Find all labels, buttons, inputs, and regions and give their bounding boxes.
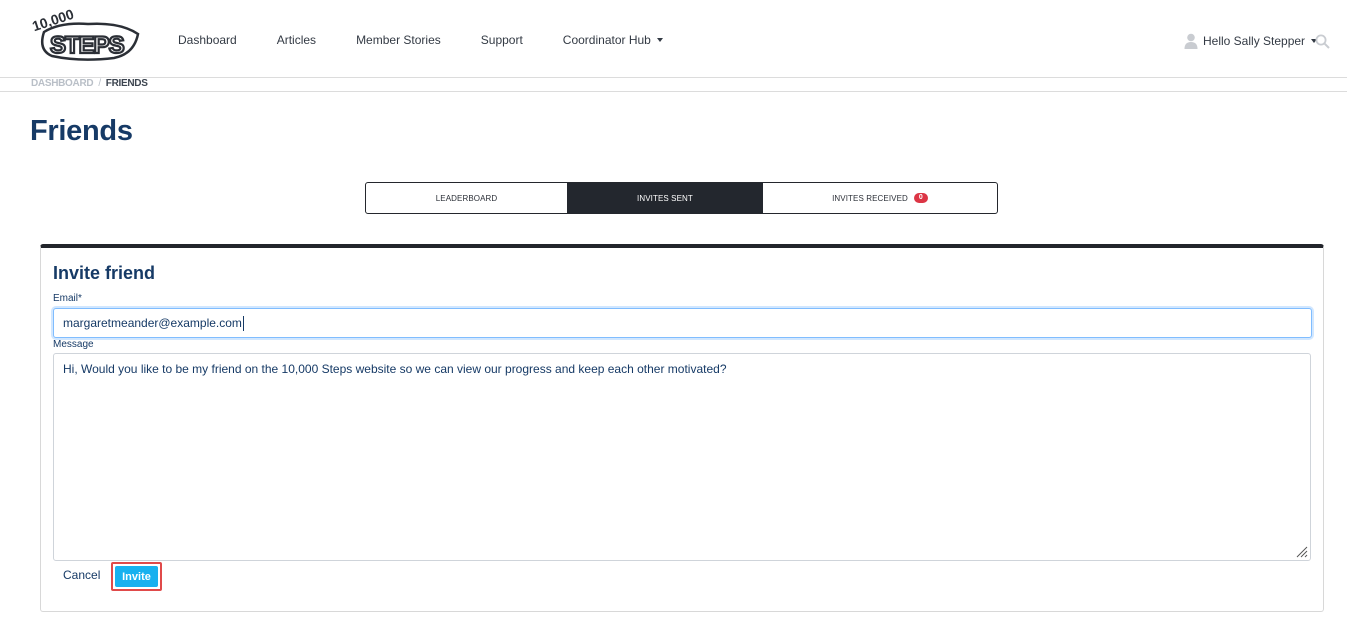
invites-received-count-badge: 0 — [913, 193, 928, 203]
steps-logo[interactable]: 10,000 STEPS — [30, 4, 142, 64]
invite-friend-card: Invite friend Email* margaretmeander@exa… — [40, 244, 1324, 612]
nav-coordinator-hub[interactable]: Coordinator Hub — [563, 33, 663, 47]
email-value: margaretmeander@example.com — [63, 316, 242, 330]
message-label: Message — [53, 339, 94, 350]
nav-articles[interactable]: Articles — [277, 33, 316, 47]
breadcrumb-friends: FRIENDS — [105, 78, 148, 89]
message-textarea[interactable]: Hi, Would you like to be my friend on th… — [53, 353, 1311, 561]
nav-dashboard[interactable]: Dashboard — [178, 33, 237, 47]
invite-button[interactable]: Invite — [111, 562, 162, 591]
text-cursor — [242, 315, 244, 331]
svg-text:STEPS: STEPS — [50, 32, 125, 59]
nav-label: Articles — [276, 33, 317, 47]
invite-form-title: Invite friend — [53, 263, 156, 283]
tab-invites-received[interactable]: INVITES RECEIVED 0 — [763, 183, 997, 213]
main-nav: Dashboard Articles Member Stories Suppor… — [178, 33, 703, 47]
page-title: Friends — [30, 115, 133, 147]
nav-label: Dashboard — [178, 33, 237, 47]
tab-label: INVITES RECEIVED — [832, 193, 908, 203]
nav-label: Coordinator Hub — [562, 33, 651, 47]
resize-handle-icon[interactable] — [1296, 546, 1308, 558]
tab-leaderboard[interactable]: LEADERBOARD — [366, 183, 567, 213]
message-value: Hi, Would you like to be my friend on th… — [63, 362, 727, 376]
invite-button-label: Invite — [115, 566, 158, 587]
nav-member-stories[interactable]: Member Stories — [356, 33, 441, 47]
nav-label: Member Stories — [356, 33, 441, 47]
breadcrumb-separator: / — [98, 78, 101, 89]
email-label: Email* — [53, 293, 82, 304]
email-field[interactable]: margaretmeander@example.com — [53, 308, 1312, 338]
cancel-button[interactable]: Cancel — [63, 568, 100, 582]
tab-label: LEADERBOARD — [435, 193, 498, 203]
search-icon[interactable] — [1315, 34, 1330, 49]
user-icon — [1184, 33, 1198, 49]
user-greeting: Hello Sally Stepper — [1203, 34, 1306, 48]
user-menu[interactable]: Hello Sally Stepper — [1184, 33, 1318, 49]
site-header: 10,000 STEPS Dashboard Articles Member S… — [0, 0, 1347, 78]
breadcrumb-dashboard[interactable]: DASHBOARD — [31, 78, 94, 89]
chevron-down-icon — [656, 38, 663, 42]
tab-invites-sent[interactable]: INVITES SENT — [567, 183, 763, 213]
nav-support[interactable]: Support — [481, 33, 523, 47]
tab-label: INVITES SENT — [637, 193, 693, 203]
nav-label: Support — [480, 33, 523, 47]
friends-tabs: LEADERBOARD INVITES SENT INVITES RECEIVE… — [365, 182, 998, 214]
breadcrumb: DASHBOARD / FRIENDS — [0, 78, 1347, 92]
